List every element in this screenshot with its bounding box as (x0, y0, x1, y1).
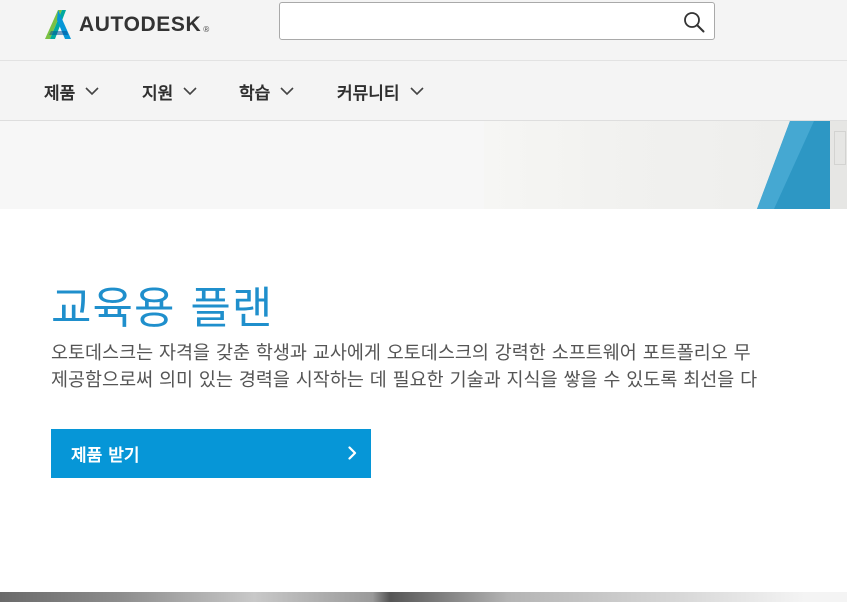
main-nav: 제품 지원 학습 커뮤니티 (0, 60, 847, 121)
search-input[interactable] (288, 7, 672, 37)
nav-item-label: 제품 (44, 83, 76, 104)
banner-photo (484, 121, 847, 209)
nav-item-products[interactable]: 제품 (44, 78, 99, 104)
autodesk-logo-icon (45, 10, 71, 39)
registered-mark: ® (202, 24, 211, 34)
banner-frame-detail (834, 131, 846, 165)
bottom-image-strip (0, 592, 847, 602)
hero-description: 오토데스크는 자격을 갖춘 학생과 교사에게 오토데스크의 강력한 소프트웨어 … (51, 340, 847, 394)
search-icon[interactable] (683, 11, 705, 33)
chevron-down-icon (85, 86, 99, 95)
nav-item-learning[interactable]: 학습 (239, 78, 294, 104)
nav-item-community[interactable]: 커뮤니티 (337, 78, 424, 104)
nav-item-support[interactable]: 지원 (142, 78, 197, 104)
nav-item-label: 커뮤니티 (337, 83, 400, 104)
chevron-down-icon (183, 86, 197, 95)
nav-item-label: 학습 (239, 83, 271, 104)
chevron-right-icon (348, 446, 357, 460)
chevron-down-icon (280, 86, 294, 95)
banner-accent-shape (757, 121, 830, 209)
get-products-button[interactable]: 제품 받기 (51, 429, 371, 478)
description-line-2: 제공함으로써 의미 있는 경력을 시작하는 데 필요한 기술과 지식을 쌓을 수… (51, 370, 758, 391)
search-box (279, 2, 715, 40)
description-line-1: 오토데스크는 자격을 갖춘 학생과 교사에게 오토데스크의 강력한 소프트웨어 … (51, 343, 751, 364)
site-header: AUTODESK ® (0, 0, 847, 60)
hero-banner (0, 121, 847, 209)
cta-label: 제품 받기 (71, 446, 140, 466)
page-title: 교육용 플랜 (51, 283, 274, 334)
autodesk-logo[interactable]: AUTODESK ® (43, 8, 210, 40)
logo-wordmark: AUTODESK (79, 13, 202, 36)
nav-item-label: 지원 (142, 83, 174, 104)
chevron-down-icon (409, 86, 424, 95)
